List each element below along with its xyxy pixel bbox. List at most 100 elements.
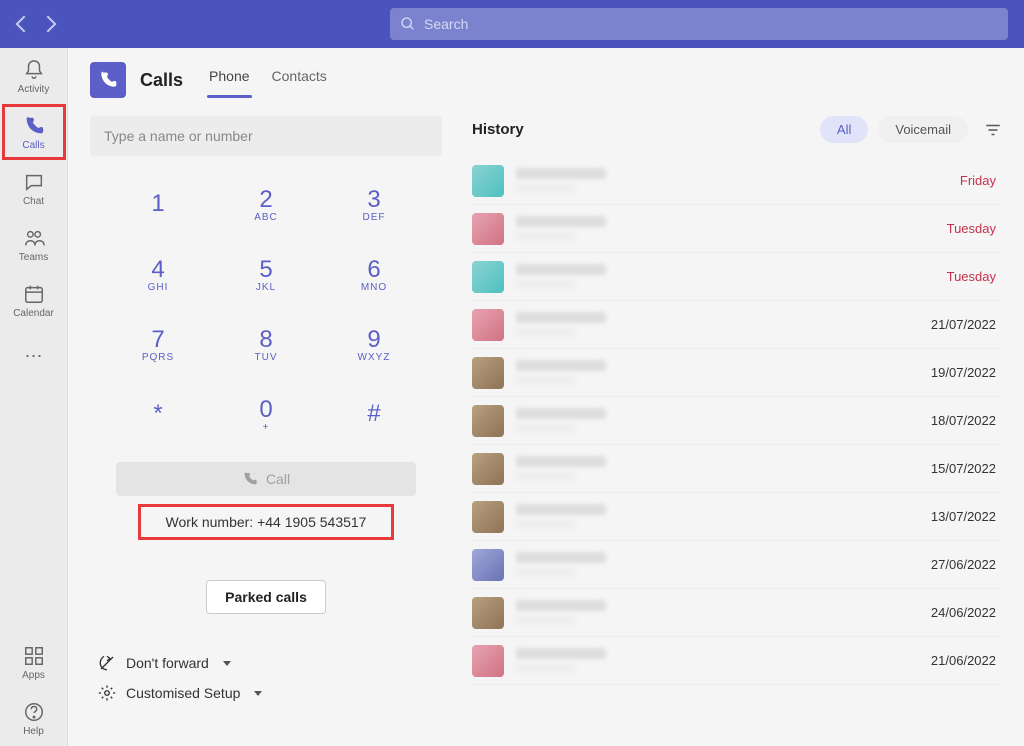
history-row[interactable]: 18/07/2022 [472, 397, 1002, 445]
history-row[interactable]: Tuesday [472, 253, 1002, 301]
history-row[interactable]: 13/07/2022 [472, 493, 1002, 541]
back-arrow-icon[interactable] [16, 16, 33, 33]
dialpad-key-#[interactable]: # [328, 384, 420, 444]
contact-subtitle [516, 616, 576, 625]
search-wrap [390, 8, 1008, 40]
annotation-highlight [138, 504, 395, 540]
call-date: Tuesday [947, 269, 1002, 284]
key-number: # [367, 400, 380, 428]
sidebar-label: Calendar [13, 308, 54, 319]
key-number: 3 [367, 186, 380, 214]
more-icon: ⋯ [22, 344, 46, 368]
filter-all[interactable]: All [820, 116, 868, 143]
search-input[interactable] [390, 8, 1008, 40]
key-number: 1 [151, 190, 164, 218]
sidebar-item-calls[interactable]: Calls [0, 104, 67, 160]
dialpad-key-6[interactable]: 6MNO [328, 244, 420, 304]
sidebar-item-chat[interactable]: Chat [0, 160, 67, 216]
dial-input[interactable] [90, 116, 442, 156]
bell-icon [22, 58, 46, 82]
dialpad-key-9[interactable]: 9WXYZ [328, 314, 420, 374]
call-date: 19/07/2022 [931, 365, 1002, 380]
key-number: 2 [259, 186, 272, 214]
contact-info [516, 312, 606, 337]
contact-info [516, 168, 606, 193]
contact-subtitle [516, 568, 576, 577]
sidebar-item-calendar[interactable]: Calendar [0, 272, 67, 328]
sidebar-item-more[interactable]: ⋯ [0, 328, 67, 384]
call-date: 27/06/2022 [931, 557, 1002, 572]
avatar [472, 405, 504, 437]
dialpad-key-8[interactable]: 8TUV [220, 314, 312, 374]
chevron-down-icon [223, 661, 231, 666]
avatar [472, 453, 504, 485]
contact-subtitle [516, 232, 576, 241]
avatar [472, 213, 504, 245]
call-date: Tuesday [947, 221, 1002, 236]
history-row[interactable]: Tuesday [472, 205, 1002, 253]
key-number: 8 [259, 326, 272, 354]
call-button[interactable]: Call [116, 462, 416, 496]
sidebar-item-apps[interactable]: Apps [0, 634, 67, 690]
contact-info [516, 408, 606, 433]
contact-name [516, 600, 606, 611]
avatar [472, 501, 504, 533]
dialpad-key-4[interactable]: 4GHI [112, 244, 204, 304]
phone-icon [22, 114, 46, 138]
contact-name [516, 552, 606, 563]
contact-name [516, 264, 606, 275]
call-date: 15/07/2022 [931, 461, 1002, 476]
parked-calls-button[interactable]: Parked calls [206, 580, 326, 614]
dialpad-key-7[interactable]: 7PQRS [112, 314, 204, 374]
history-row[interactable]: 19/07/2022 [472, 349, 1002, 397]
history-row[interactable]: 24/06/2022 [472, 589, 1002, 637]
history-row[interactable]: Friday [472, 157, 1002, 205]
key-number: 0 [259, 396, 272, 424]
sidebar-item-help[interactable]: Help [0, 690, 67, 746]
contact-subtitle [516, 424, 576, 433]
history-row[interactable]: 21/06/2022 [472, 637, 1002, 685]
filter-voicemail[interactable]: Voicemail [878, 116, 968, 143]
help-icon [22, 700, 46, 724]
key-letters: JKL [256, 282, 276, 293]
sidebar-label: Activity [18, 84, 50, 95]
sidebar-item-teams[interactable]: Teams [0, 216, 67, 272]
history-row[interactable]: 21/07/2022 [472, 301, 1002, 349]
key-letters: DEF [363, 212, 386, 223]
avatar [472, 357, 504, 389]
sidebar-item-activity[interactable]: Activity [0, 48, 67, 104]
key-letters: WXYZ [358, 352, 391, 363]
call-date: Friday [960, 173, 1002, 188]
dialpad-key-3[interactable]: 3DEF [328, 174, 420, 234]
calls-app-icon [90, 62, 126, 98]
history-row[interactable]: 15/07/2022 [472, 445, 1002, 493]
key-number: 9 [367, 326, 380, 354]
key-letters: PQRS [142, 352, 174, 363]
dialpad-key-5[interactable]: 5JKL [220, 244, 312, 304]
tab-contacts[interactable]: Contacts [270, 62, 329, 98]
page-title: Calls [140, 70, 183, 91]
dialpad-key-2[interactable]: 2ABC [220, 174, 312, 234]
contact-info [516, 456, 606, 481]
sidebar-label: Help [23, 726, 44, 737]
forward-arrow-icon[interactable] [40, 16, 57, 33]
dialpad-key-1[interactable]: 1 [112, 174, 204, 234]
avatar [472, 549, 504, 581]
dialpad-key-*[interactable]: * [112, 384, 204, 444]
filter-icon[interactable] [984, 121, 1002, 139]
dialpad-key-0[interactable]: 0+ [220, 384, 312, 444]
history-row[interactable]: 27/06/2022 [472, 541, 1002, 589]
tab-phone[interactable]: Phone [207, 62, 251, 98]
key-number: 5 [259, 256, 272, 284]
forward-label: Don't forward [126, 655, 209, 671]
forward-setting[interactable]: Don't forward [98, 654, 262, 672]
sidebar-label: Calls [22, 140, 44, 151]
contact-info [516, 216, 606, 241]
key-number: 7 [151, 326, 164, 354]
key-letters: MNO [361, 282, 387, 293]
work-number-wrap: Work number: +44 1905 543517 [156, 508, 377, 536]
contact-info [516, 552, 606, 577]
setup-setting[interactable]: Customised Setup [98, 684, 262, 702]
top-bar [0, 0, 1024, 48]
contact-info [516, 504, 606, 529]
